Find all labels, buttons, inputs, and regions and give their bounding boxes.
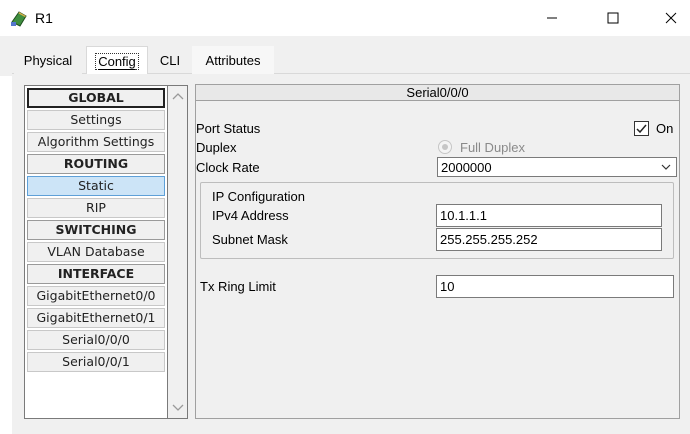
nav-item-settings[interactable]: Settings [27,110,165,130]
tab-physical[interactable]: Physical [14,46,82,74]
nav-list: GLOBAL Settings Algorithm Settings ROUTI… [24,85,168,419]
checkmark-icon [636,124,647,134]
ipv4-address-label: IPv4 Address [212,208,289,223]
maximize-icon [607,12,619,24]
close-button[interactable] [648,0,690,36]
subnet-mask-value: 255.255.255.252 [440,232,538,247]
router-app-icon [11,11,27,27]
clock-rate-label: Clock Rate [196,160,260,175]
port-status-on-label: On [656,121,674,136]
scroll-down-icon[interactable] [171,402,185,414]
nav-header-global[interactable]: GLOBAL [27,88,165,108]
tab-cli[interactable]: CLI [152,46,188,74]
ipv4-address-field[interactable]: 10.1.1.1 [436,204,662,227]
nav-item-vlan-database[interactable]: VLAN Database [27,242,165,262]
panel-title: Serial0/0/0 [196,85,679,101]
tx-ring-limit-value: 10 [440,279,455,294]
title-bar: R1 [0,0,690,36]
ip-configuration-title: IP Configuration [212,189,305,204]
minimize-icon [547,17,557,19]
tab-config-label: Config [95,53,139,70]
nav-item-static[interactable]: Static [27,176,165,196]
full-duplex-radio[interactable] [438,140,452,154]
tx-ring-limit-label: Tx Ring Limit [200,279,276,294]
nav-item-rip[interactable]: RIP [27,198,165,218]
maximize-button[interactable] [590,0,636,36]
full-duplex-label: Full Duplex [460,140,526,155]
nav-item-serial0-0-0[interactable]: Serial0/0/0 [27,330,165,350]
clock-rate-select[interactable]: 2000000 [437,157,677,177]
tab-config[interactable]: Config [86,46,148,74]
ipv4-address-value: 10.1.1.1 [440,208,487,223]
tx-ring-limit-field[interactable]: 10 [436,275,674,298]
subnet-mask-label: Subnet Mask [212,232,288,247]
scroll-up-icon[interactable] [171,90,185,102]
nav-item-gigabitethernet0-1[interactable]: GigabitEthernet0/1 [27,308,165,328]
nav-item-gigabitethernet0-0[interactable]: GigabitEthernet0/0 [27,286,165,306]
nav-item-algorithm-settings[interactable]: Algorithm Settings [27,132,165,152]
minimize-button[interactable] [529,0,575,36]
port-status-label: Port Status [196,121,261,136]
chevron-down-icon [661,164,671,170]
tab-attributes[interactable]: Attributes [192,46,274,74]
duplex-label: Duplex [196,140,237,155]
window-title: R1 [35,10,53,26]
subnet-mask-field[interactable]: 255.255.255.252 [436,228,662,251]
nav-scrollbar[interactable] [168,85,188,419]
nav-item-serial0-0-1[interactable]: Serial0/0/1 [27,352,165,372]
port-status-checkbox[interactable] [634,121,649,136]
nav-header-switching[interactable]: SWITCHING [27,220,165,240]
nav-header-routing[interactable]: ROUTING [27,154,165,174]
nav-header-interface[interactable]: INTERFACE [27,264,165,284]
clock-rate-value: 2000000 [441,160,492,175]
close-icon [665,12,677,24]
